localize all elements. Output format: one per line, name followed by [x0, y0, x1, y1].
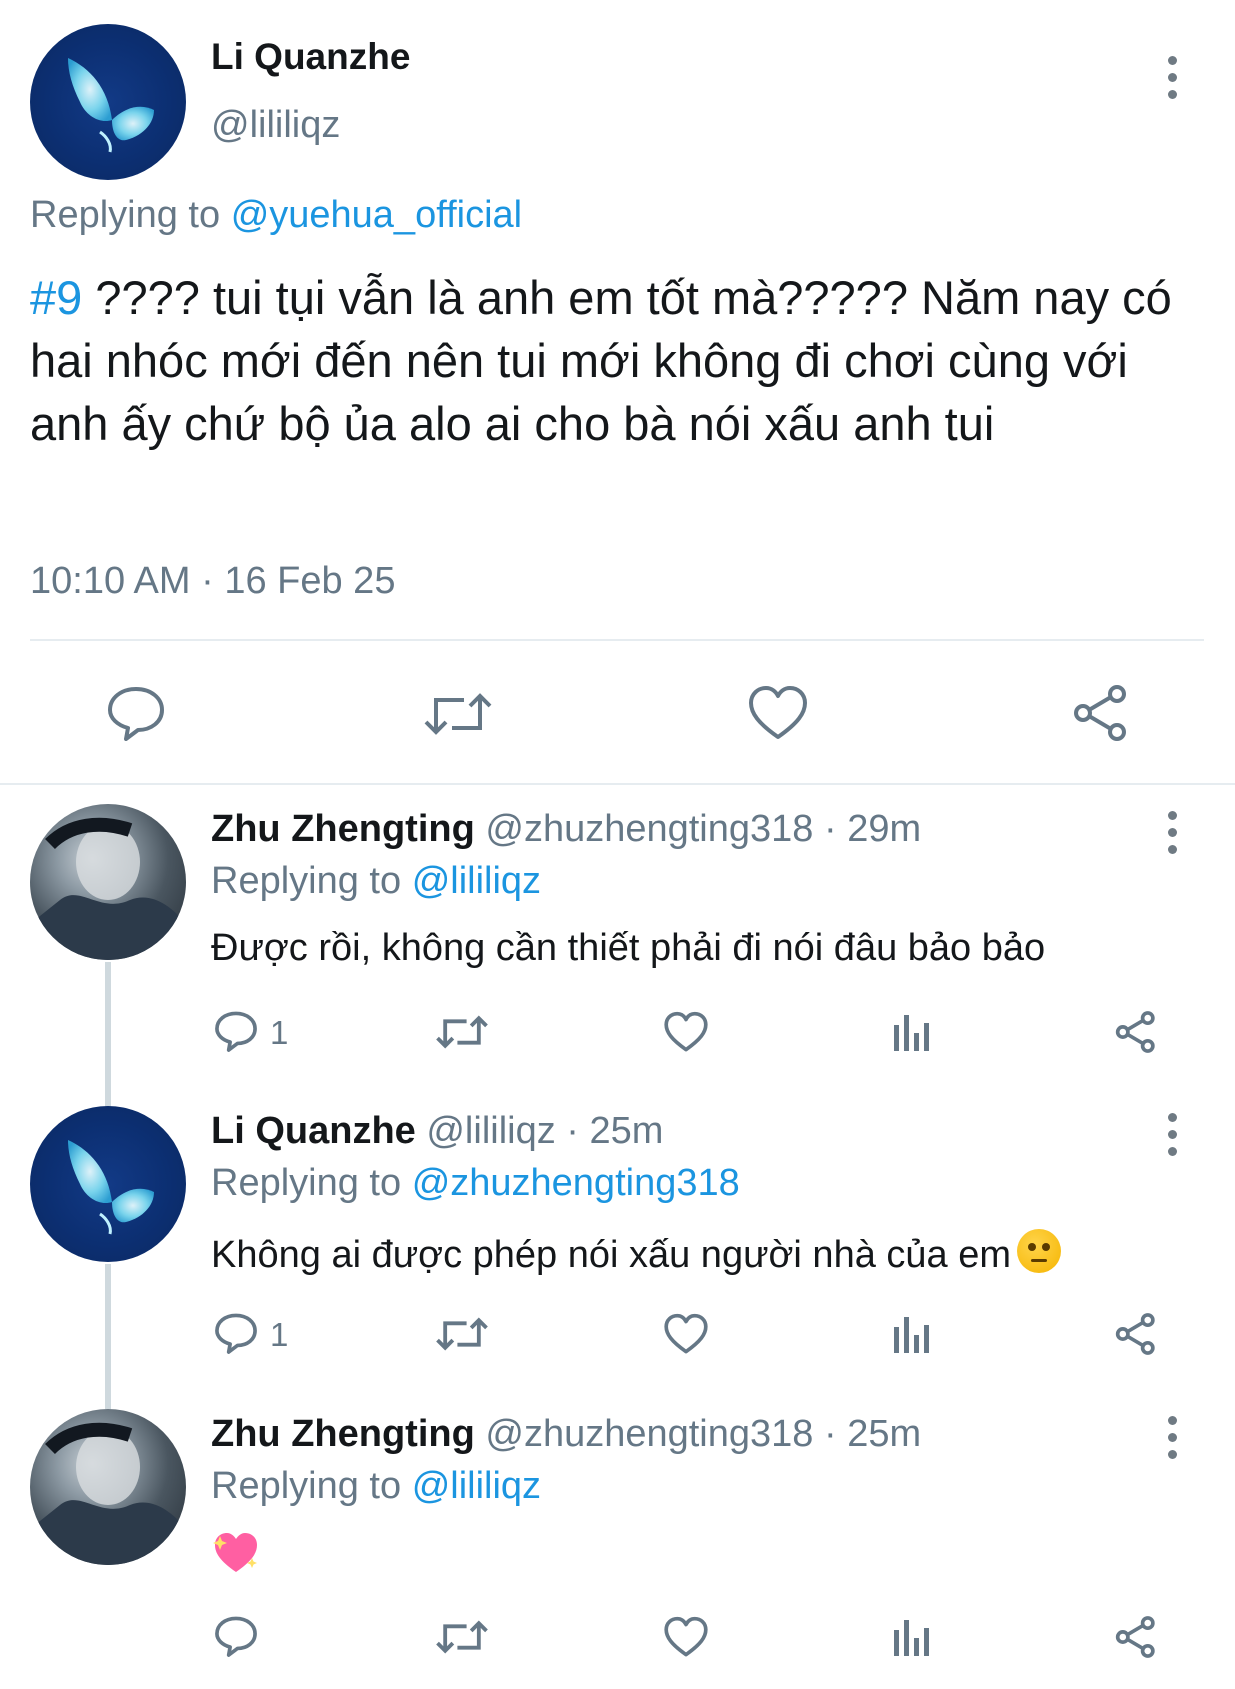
more-options-icon[interactable] — [1164, 1416, 1180, 1466]
like-icon[interactable] — [748, 685, 808, 741]
divider — [30, 639, 1204, 641]
reply-header: Zhu Zhengting @zhuzhengting318 · 25m — [211, 1413, 921, 1456]
share-icon[interactable] — [1114, 1312, 1158, 1356]
author-name[interactable]: Li Quanzhe — [211, 36, 410, 78]
reply-text: Không ai được phép nói xấu người nhà của… — [211, 1229, 1062, 1277]
retweet-icon[interactable] — [424, 688, 492, 740]
reply-count: 1 — [270, 1316, 289, 1353]
avatar-li-quanzhe[interactable] — [30, 24, 186, 180]
reply-time[interactable]: · 29m — [824, 808, 921, 850]
avatar-zhu-zhengting[interactable] — [30, 804, 186, 960]
replying-to-handle[interactable]: @lililiqz — [412, 860, 541, 902]
retweet-icon[interactable] — [436, 1314, 488, 1354]
reply-count: 1 — [270, 1014, 289, 1051]
thread-line — [105, 962, 111, 1107]
replying-label: Replying to — [211, 1465, 402, 1507]
more-options-icon[interactable] — [1164, 1113, 1180, 1163]
tweet-text: #9 ???? tui tụi vẫn là anh em tốt mà????… — [30, 266, 1200, 455]
replying-to-handle[interactable]: @yuehua_official — [231, 194, 522, 236]
tweet-body: ???? tui tụi vẫn là anh em tốt mà????? N… — [30, 271, 1172, 450]
author-handle[interactable]: @zhuzhengting318 — [485, 808, 813, 850]
replying-label: Replying to — [211, 1162, 402, 1204]
reply-icon[interactable] — [214, 1615, 258, 1657]
reply-icon[interactable] — [214, 1010, 258, 1052]
more-options-icon[interactable] — [1164, 56, 1180, 106]
angry-face-emoji — [1017, 1229, 1062, 1273]
butterfly-icon — [68, 58, 154, 153]
reply-text: Được rồi, không cần thiết phải đi nói đâ… — [211, 927, 1046, 969]
replying-label: Replying to — [211, 860, 402, 902]
reply-time[interactable]: · 25m — [566, 1110, 663, 1152]
like-icon[interactable] — [664, 1011, 708, 1053]
reply-header: Zhu Zhengting @zhuzhengting318 · 29m — [211, 808, 921, 851]
reply-header: Li Quanzhe @lililiqz · 25m — [211, 1110, 663, 1153]
author-handle[interactable]: @lililiqz — [426, 1110, 555, 1152]
replying-to: Replying to @lililiqz — [211, 860, 541, 903]
replying-to-handle[interactable]: @lililiqz — [412, 1465, 541, 1507]
thread-line — [105, 1264, 111, 1409]
author-name[interactable]: Li Quanzhe — [211, 1110, 416, 1152]
reply-icon[interactable] — [214, 1312, 258, 1354]
like-icon[interactable] — [664, 1313, 708, 1355]
share-icon[interactable] — [1071, 684, 1131, 742]
sparkling-heart-emoji — [212, 1530, 260, 1576]
author-name[interactable]: Zhu Zhengting — [211, 808, 475, 850]
avatar-li-quanzhe[interactable] — [30, 1106, 186, 1262]
replying-to: Replying to @lililiqz — [211, 1465, 541, 1508]
author-handle[interactable]: @zhuzhengting318 — [485, 1413, 813, 1455]
analytics-icon[interactable] — [892, 1013, 932, 1051]
replying-to: Replying to @zhuzhengting318 — [211, 1162, 740, 1205]
retweet-icon[interactable] — [436, 1617, 488, 1657]
author-name[interactable]: Zhu Zhengting — [211, 1413, 475, 1455]
replying-to: Replying to @yuehua_official — [30, 194, 522, 237]
like-icon[interactable] — [664, 1616, 708, 1658]
analytics-icon[interactable] — [892, 1315, 932, 1353]
hashtag-link[interactable]: #9 — [30, 271, 82, 324]
retweet-icon[interactable] — [436, 1012, 488, 1052]
avatar-zhu-zhengting[interactable] — [30, 1409, 186, 1565]
analytics-icon[interactable] — [892, 1618, 932, 1656]
replying-to-handle[interactable]: @zhuzhengting318 — [412, 1162, 740, 1204]
reply-icon[interactable] — [106, 685, 166, 741]
reply-body: Không ai được phép nói xấu người nhà của… — [211, 1234, 1012, 1276]
tweet-timestamp[interactable]: 10:10 AM · 16 Feb 25 — [30, 560, 395, 603]
author-handle[interactable]: @lililiqz — [211, 104, 340, 147]
more-options-icon[interactable] — [1164, 811, 1180, 861]
share-icon[interactable] — [1114, 1615, 1158, 1659]
reply-time[interactable]: · 25m — [824, 1413, 921, 1455]
share-icon[interactable] — [1114, 1010, 1158, 1054]
replying-label: Replying to — [30, 194, 221, 236]
section-divider — [0, 783, 1235, 785]
